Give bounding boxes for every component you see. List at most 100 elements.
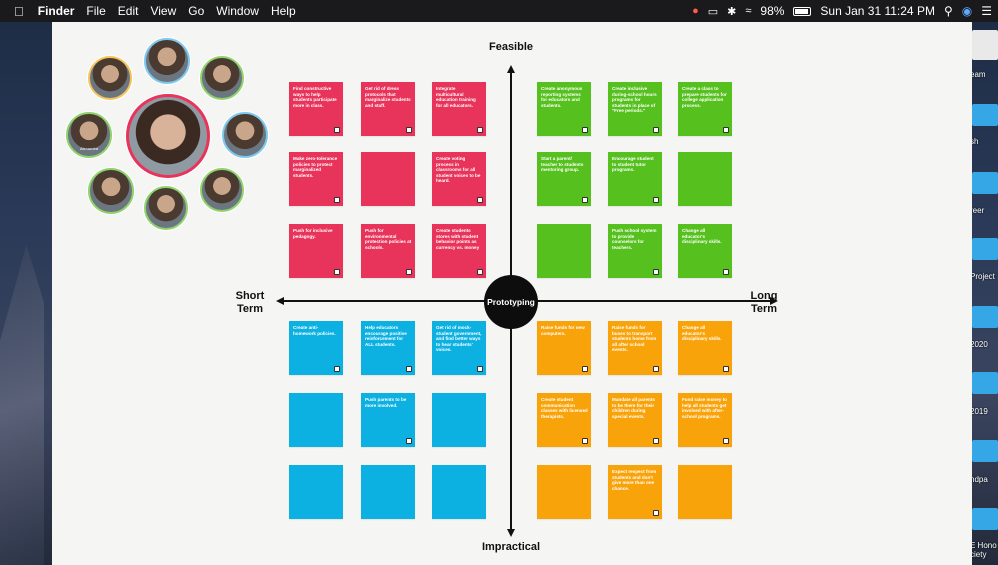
arrow-left-icon [276,297,284,305]
desktop-folder-icon[interactable] [972,172,998,194]
note-text: Help educators encourage positive reinfo… [365,325,407,347]
menu-window[interactable]: Window [216,4,259,18]
note-text: Fund raise money to help all students ge… [682,397,727,419]
note-text: Integrate multicultural education traini… [436,86,476,108]
participant-video[interactable] [144,186,188,230]
participant-name: Alexandra [79,145,98,151]
sticky-note[interactable]: Make zero-tolerance policies to protect … [289,152,343,206]
note-tag-icon [653,269,659,275]
note-text: Create anti-homework policies. [293,325,336,336]
sticky-note[interactable]: Expect respect from students and don't g… [608,465,662,519]
sticky-note[interactable]: Start a parent/ teacher to students ment… [537,152,591,206]
menu-help[interactable]: Help [271,4,296,18]
sticky-note[interactable]: Raise funds for buses to transport stude… [608,321,662,375]
desktop-folder-icon[interactable] [972,372,998,394]
sticky-note[interactable]: Create anonymous reporting systems for e… [537,82,591,136]
sticky-note[interactable]: Raise funds for new computers. [537,321,591,375]
sticky-note[interactable] [432,393,486,447]
sticky-note[interactable]: Push school system to provide counselors… [608,224,662,278]
participant-video[interactable]: Alexandra [66,112,112,158]
desktop-folder-label: ndpa [970,475,988,484]
sticky-note[interactable]: Push parents to be more involved. [361,393,415,447]
participant-video[interactable] [200,56,244,100]
apple-menu-icon[interactable]:  [14,4,24,19]
sticky-note[interactable]: Push for inclusive pedagogy. [289,224,343,278]
spotlight-search-icon[interactable]: ⚲ [944,4,953,18]
desktop-folder-icon[interactable] [972,238,998,260]
note-text: Push for inclusive pedagogy. [293,228,333,239]
participant-video[interactable] [88,168,134,214]
sticky-note[interactable]: Fund raise money to help all students ge… [678,393,732,447]
sticky-note[interactable] [289,393,343,447]
whiteboard-canvas[interactable]: Feasible Impractical Short Term Long Ter… [52,22,972,565]
sticky-note[interactable]: Push for environmental protection polici… [361,224,415,278]
desktop-folder-icon[interactable] [972,508,998,530]
note-tag-icon [334,127,340,133]
desktop-folder-icon[interactable] [972,30,998,60]
sticky-note[interactable]: Create a class to prepare students for c… [678,82,732,136]
wifi-icon[interactable]: ≈ [745,5,751,17]
sticky-note[interactable]: Create inclusive during-school hours pro… [608,82,662,136]
sticky-note[interactable]: Find constructive ways to help students … [289,82,343,136]
sticky-note[interactable]: Change all educator's disciplinary skill… [678,321,732,375]
note-tag-icon [477,366,483,372]
sticky-note[interactable] [289,465,343,519]
sticky-note[interactable]: Create anti-homework policies. [289,321,343,375]
sticky-note[interactable]: Change all educator's disciplinary skill… [678,224,732,278]
sticky-note[interactable] [537,465,591,519]
note-tag-icon [334,269,340,275]
note-text: Create student communication classes wit… [541,397,588,419]
sticky-note[interactable]: Create student communication classes wit… [537,393,591,447]
desktop-wallpaper-mountain [0,245,44,565]
sticky-note[interactable] [361,465,415,519]
note-tag-icon [723,366,729,372]
menu-file[interactable]: File [86,4,105,18]
desktop-folder-icon[interactable] [972,440,998,462]
note-text: Push parents to be more involved. [365,397,407,408]
note-text: Push for environmental protection polici… [365,228,412,250]
menu-edit[interactable]: Edit [118,4,139,18]
participant-video[interactable] [222,112,268,158]
desktop-folder-label: sh [970,137,979,146]
desktop-folder-icon[interactable] [972,104,998,126]
menu-finder[interactable]: Finder [38,4,75,18]
bluetooth-icon[interactable]: ✱ [727,5,736,18]
participant-video-main[interactable] [126,94,210,178]
sticky-note[interactable]: Mandate all parents to be there for thei… [608,393,662,447]
note-text: Change all educator's disciplinary skill… [682,228,722,245]
clock[interactable]: Sun Jan 31 11:24 PM [820,4,935,18]
note-text: Get rid of mock-student government, and … [436,325,482,353]
menu-view[interactable]: View [150,4,176,18]
sticky-note[interactable] [537,224,591,278]
sticky-note[interactable]: Encourage student to student tutor progr… [608,152,662,206]
sticky-note[interactable] [678,465,732,519]
participant-video[interactable] [144,38,190,84]
menu-bar:  Finder File Edit View Go Window Help ●… [0,0,998,22]
sticky-note[interactable] [678,152,732,206]
center-topic-prototyping[interactable]: Prototyping [484,275,538,329]
sticky-note[interactable]: Create students stores with student beha… [432,224,486,278]
battery-icon[interactable] [793,6,812,16]
notification-center-icon[interactable]: ☰ [981,4,992,18]
note-tag-icon [723,127,729,133]
sticky-note[interactable]: Help educators encourage positive reinfo… [361,321,415,375]
participant-video[interactable] [88,56,132,100]
arrow-up-icon [507,65,515,73]
sticky-note[interactable] [432,465,486,519]
note-tag-icon [582,197,588,203]
sticky-note[interactable]: Get rid of dress protocols that marginal… [361,82,415,136]
desktop-folder-icon[interactable] [972,306,998,328]
sticky-note[interactable] [361,152,415,206]
note-tag-icon [334,366,340,372]
participant-video[interactable] [200,168,244,212]
note-text: Create inclusive during-school hours pro… [612,86,657,114]
note-text: Start a parent/ teacher to students ment… [541,156,584,173]
menu-go[interactable]: Go [188,4,204,18]
creative-cloud-icon[interactable]: ● [692,5,699,17]
sticky-note[interactable]: Integrate multicultural education traini… [432,82,486,136]
sticky-note[interactable]: Create voting process in classrooms for … [432,152,486,206]
airplay-icon[interactable]: ▭ [708,5,718,18]
siri-icon[interactable]: ◉ [962,4,972,18]
axis-label-short-term: Short Term [235,290,265,315]
sticky-note[interactable]: Get rid of mock-student government, and … [432,321,486,375]
